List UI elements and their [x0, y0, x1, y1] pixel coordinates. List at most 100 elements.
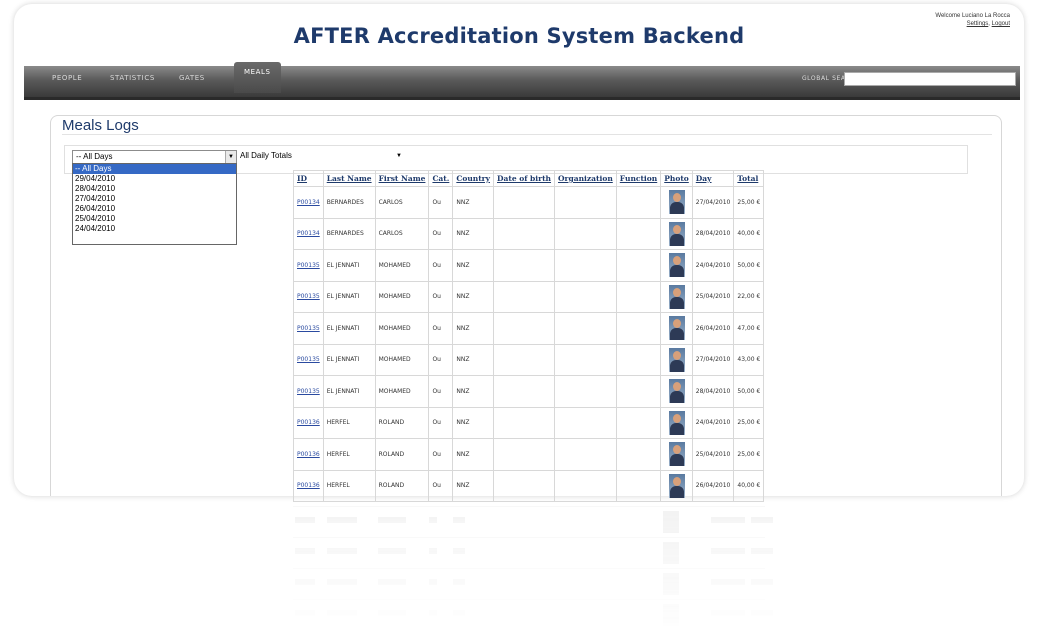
person-photo — [668, 221, 685, 246]
organization-cell — [554, 406, 617, 439]
total-cell: 22,00 € — [733, 280, 765, 313]
day-option[interactable]: 26/04/2010 — [73, 204, 236, 214]
day-filter-select[interactable]: -- All Days ▼ — [72, 150, 237, 164]
day-option[interactable]: -- All Days — [73, 164, 236, 174]
person-photo — [668, 284, 685, 309]
person-id-link[interactable]: P00136 — [293, 469, 324, 502]
chevron-down-icon[interactable]: ▼ — [225, 151, 236, 163]
reflection-cell — [295, 517, 315, 523]
person-id-link[interactable]: P00134 — [293, 217, 324, 250]
function-cell — [615, 249, 662, 282]
reflection-cell — [751, 610, 773, 616]
day-option[interactable]: 28/04/2010 — [73, 184, 236, 194]
reflection-cell — [453, 548, 465, 554]
first-name-cell: ROLAND — [374, 469, 430, 502]
category-cell: Ou — [428, 312, 454, 345]
col-header-first-name[interactable]: First Name — [374, 170, 430, 187]
day-cell: 28/04/2010 — [691, 217, 735, 250]
person-id-link[interactable]: P00135 — [293, 312, 324, 345]
photo-cell — [660, 280, 693, 313]
person-id-link[interactable]: P00136 — [293, 438, 324, 471]
photo-cell — [660, 312, 693, 345]
col-header-country[interactable]: Country — [452, 170, 494, 187]
table-row: P00135 EL JENNATI MOHAMED Ou NNZ 26/04/2010 47… — [293, 312, 765, 345]
reflection-cell — [751, 517, 773, 523]
person-id-link[interactable]: P00135 — [293, 249, 324, 282]
col-header-id[interactable]: ID — [293, 170, 324, 187]
col-header-dob[interactable]: Date of birth — [492, 170, 556, 187]
total-cell: 50,00 € — [733, 249, 765, 282]
dob-cell — [492, 375, 556, 408]
totals-filter-value: All Daily Totals — [240, 151, 292, 160]
total-cell: 50,00 € — [733, 375, 765, 408]
day-option[interactable]: 29/04/2010 — [73, 174, 236, 184]
day-option[interactable]: 25/04/2010 — [73, 214, 236, 224]
last-name-cell: EL JENNATI — [322, 312, 376, 345]
col-header-function[interactable]: Function — [615, 170, 662, 187]
global-search-input[interactable] — [844, 72, 1016, 86]
photo-head — [672, 193, 681, 203]
last-name-cell: EL JENNATI — [322, 280, 376, 313]
totals-filter-select[interactable]: All Daily Totals ▼ — [240, 150, 402, 162]
day-cell: 26/04/2010 — [691, 469, 735, 502]
reflection-cell — [295, 579, 315, 585]
page-reflection — [14, 498, 1024, 638]
dob-cell — [492, 438, 556, 471]
reflection-cell — [327, 548, 357, 554]
table-row: P00136 HERFEL ROLAND Ou NNZ 24/04/2010 25,00 € — [293, 406, 765, 439]
day-filter-dropdown[interactable]: -- All Days 29/04/2010 28/04/2010 27/04/… — [72, 163, 237, 245]
nav-meals[interactable]: MEALS — [234, 62, 281, 93]
col-header-organization[interactable]: Organization — [554, 170, 617, 187]
chevron-down-icon[interactable]: ▼ — [396, 150, 402, 162]
col-header-total[interactable]: Total — [733, 170, 765, 187]
reflection-cell — [378, 517, 406, 523]
day-cell: 25/04/2010 — [691, 280, 735, 313]
reflection-row — [293, 537, 773, 568]
nav-gates[interactable]: GATES — [179, 66, 205, 97]
total-cell: 40,00 € — [733, 469, 765, 502]
country-cell: NNZ — [452, 438, 494, 471]
dob-cell — [492, 186, 556, 219]
last-name-cell: BERNARDES — [322, 217, 376, 250]
person-id-link[interactable]: P00136 — [293, 406, 324, 439]
dob-cell — [492, 343, 556, 376]
reflection-cell — [378, 579, 406, 585]
site-title: AFTER Accreditation System Backend — [293, 24, 745, 48]
person-photo — [668, 442, 685, 467]
organization-cell — [554, 469, 617, 502]
first-name-cell: ROLAND — [374, 406, 430, 439]
meals-log-table: ID Last Name First Name Cat. Country Dat… — [293, 170, 765, 502]
country-cell: NNZ — [452, 375, 494, 408]
function-cell — [615, 217, 662, 250]
person-id-link[interactable]: P00135 — [293, 375, 324, 408]
reflection-cell — [453, 610, 465, 616]
last-name-cell: EL JENNATI — [322, 375, 376, 408]
function-cell — [615, 280, 662, 313]
day-option[interactable]: 24/04/2010 — [73, 224, 236, 234]
person-id-link[interactable]: P00135 — [293, 343, 324, 376]
col-header-cat[interactable]: Cat. — [428, 170, 454, 187]
person-id-link[interactable]: P00135 — [293, 280, 324, 313]
last-name-cell: EL JENNATI — [322, 249, 376, 282]
organization-cell — [554, 312, 617, 345]
nav-statistics[interactable]: STATISTICS — [110, 66, 155, 97]
person-photo — [668, 379, 685, 404]
day-option[interactable]: 27/04/2010 — [73, 194, 236, 204]
photo-torso — [669, 422, 684, 435]
table-header-row: ID Last Name First Name Cat. Country Dat… — [293, 170, 765, 187]
day-cell: 27/04/2010 — [691, 343, 735, 376]
photo-head — [672, 413, 681, 423]
reflection-photo — [663, 511, 679, 533]
col-header-last-name[interactable]: Last Name — [322, 170, 376, 187]
organization-cell — [554, 438, 617, 471]
nav-people[interactable]: PEOPLE — [52, 66, 82, 97]
person-id-link[interactable]: P00134 — [293, 186, 324, 219]
day-cell: 28/04/2010 — [691, 375, 735, 408]
photo-cell — [660, 249, 693, 282]
category-cell: Ou — [428, 343, 454, 376]
day-cell: 25/04/2010 — [691, 438, 735, 471]
organization-cell — [554, 343, 617, 376]
reflection-cell — [429, 548, 437, 554]
table-row: P00136 HERFEL ROLAND Ou NNZ 26/04/2010 40,00 € — [293, 469, 765, 502]
col-header-day[interactable]: Day — [691, 170, 735, 187]
